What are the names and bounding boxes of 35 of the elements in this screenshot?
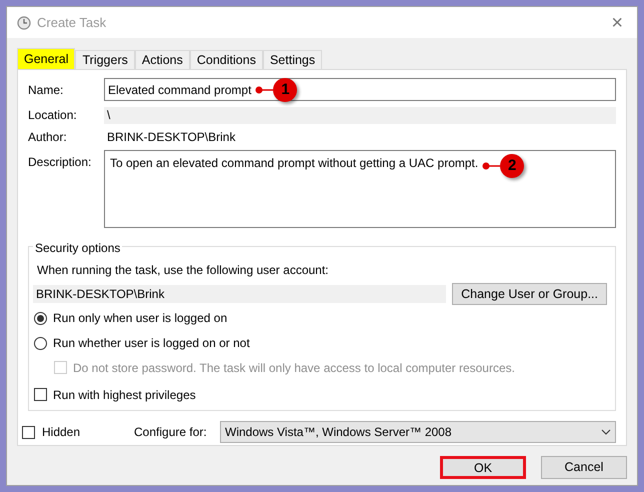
hidden-label: Hidden bbox=[42, 424, 82, 442]
radio-button[interactable] bbox=[34, 336, 47, 350]
configure-label: Configure for: bbox=[134, 424, 208, 442]
field-label: Name: bbox=[28, 82, 64, 99]
dialog-button[interactable]: Cancel bbox=[541, 456, 627, 479]
option-label: Run only when user is logged on bbox=[53, 310, 228, 328]
leader-line bbox=[482, 162, 500, 170]
description-field[interactable]: To open an elevated command prompt without getting a UAC prompt. 2 bbox=[104, 150, 616, 228]
tab[interactable]: Conditions bbox=[190, 50, 263, 69]
option-label: Run with highest privileges bbox=[53, 386, 196, 404]
field-label: Description: bbox=[28, 154, 92, 171]
account-prompt: When running the task, use the following user account: bbox=[37, 262, 330, 279]
close-button[interactable]: × bbox=[611, 12, 623, 32]
location-field: \ bbox=[104, 106, 616, 124]
checkbox[interactable] bbox=[34, 388, 47, 402]
tab[interactable]: Actions bbox=[134, 50, 190, 69]
tab[interactable]: General bbox=[17, 48, 76, 69]
tab[interactable]: Triggers bbox=[75, 50, 135, 69]
configure-dropdown[interactable]: Windows Vista™, Windows Server™ 2008 bbox=[220, 421, 616, 444]
dialog-button[interactable]: OK bbox=[440, 456, 526, 479]
window-title: Create Task bbox=[37, 14, 106, 32]
account-field: BRINK-DESKTOP\Brink bbox=[33, 284, 446, 303]
chevron-down-icon bbox=[601, 429, 611, 436]
change-user-button[interactable]: Change User or Group... bbox=[452, 282, 607, 305]
tab[interactable]: Settings bbox=[262, 50, 322, 69]
author-value: BRINK-DESKTOP\Brink bbox=[106, 129, 236, 146]
leader-line bbox=[255, 86, 274, 94]
radio-button[interactable] bbox=[34, 312, 47, 325]
field-label: Author: bbox=[28, 129, 68, 146]
field-label: Location: bbox=[28, 107, 78, 124]
clock-icon bbox=[17, 16, 31, 30]
option-label: Run whether user is logged on or not bbox=[53, 335, 250, 352]
checkbox[interactable] bbox=[22, 426, 35, 439]
option-label: Do not store password. The task will only have access to local computer resources. bbox=[73, 360, 515, 377]
name-field[interactable]: Elevated command prompt 1 bbox=[104, 78, 616, 102]
